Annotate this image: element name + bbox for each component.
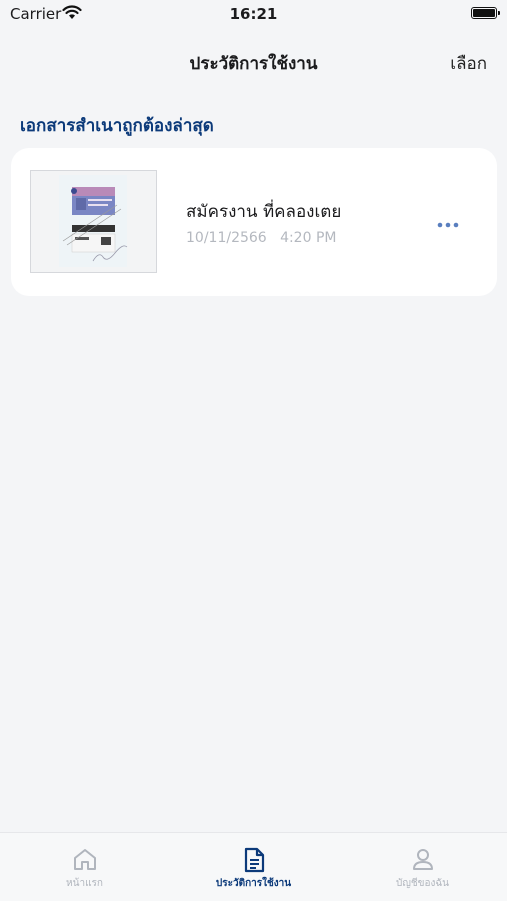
document-time: 4:20 PM [280, 230, 337, 246]
tab-home[interactable]: หน้าแรก [0, 833, 169, 901]
tab-home-label: หน้าแรก [66, 878, 103, 889]
document-title: สมัครงาน ที่คลองเตย [186, 202, 342, 222]
navigation-bar: ประวัติการใช้งาน เลือก [0, 38, 507, 82]
section-title: เอกสารสำเนาถูกต้องล่าสุด [20, 116, 214, 136]
tab-account-label: บัญชีของฉัน [395, 878, 450, 889]
document-card[interactable]: สมัครงาน ที่คลองเตย 10/11/2566 4:20 PM [11, 148, 497, 296]
more-horizontal-icon[interactable] [437, 212, 459, 233]
tab-account[interactable]: บัญชีของฉัน [338, 833, 507, 901]
document-thumbnail [30, 170, 157, 273]
page-title: ประวัติการใช้งาน [189, 54, 318, 74]
home-icon [0, 847, 169, 871]
tab-history-label: ประวัติการใช้งาน [215, 878, 292, 889]
tab-bar: หน้าแรก ประวัติการใช้งาน บัญชีของฉัน [0, 832, 507, 901]
status-bar: Carrier 16:21 [0, 0, 507, 30]
document-date: 10/11/2566 [186, 230, 267, 246]
battery-icon [471, 7, 500, 19]
document-timestamp: 10/11/2566 4:20 PM [186, 230, 336, 246]
document-icon [169, 847, 338, 873]
tab-history[interactable]: ประวัติการใช้งาน [169, 833, 338, 901]
clock: 16:21 [229, 5, 278, 23]
select-button[interactable]: เลือก [450, 50, 487, 77]
user-icon [338, 847, 507, 871]
